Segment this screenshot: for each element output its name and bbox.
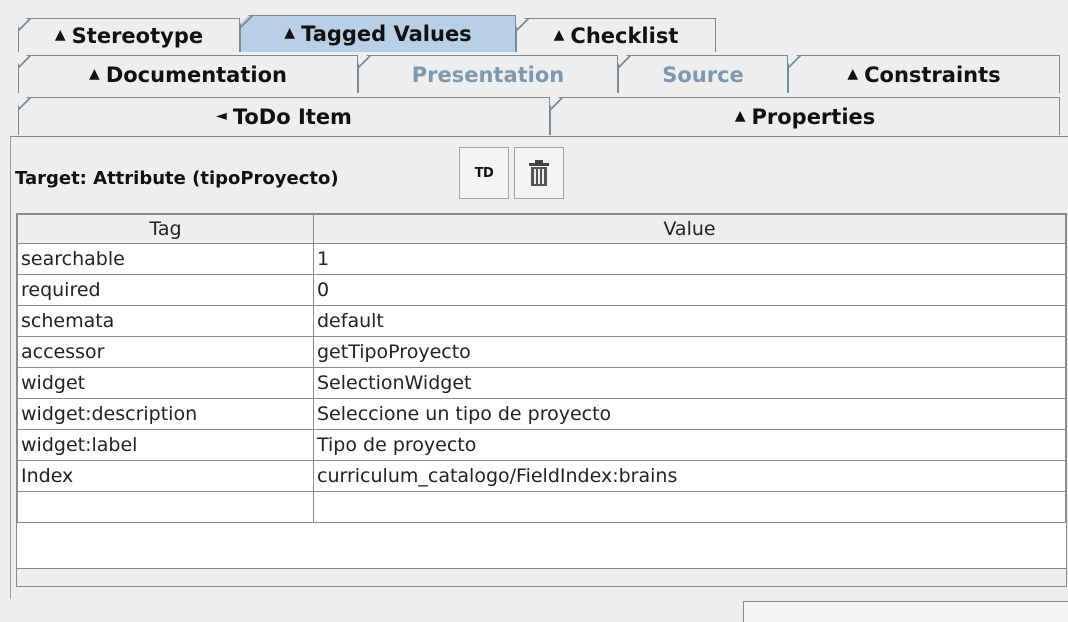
status-area <box>743 601 1068 622</box>
tag-cell[interactable]: widget:description <box>17 398 314 430</box>
value-cell[interactable]: SelectionWidget <box>313 367 1066 399</box>
tab-tagged-values[interactable]: ▲ Tagged Values <box>240 15 516 52</box>
tab-label: Properties <box>751 104 876 129</box>
trash-icon <box>529 160 549 186</box>
tab-label: Checklist <box>570 23 679 48</box>
tab-label: Constraints <box>864 62 1001 87</box>
table-row-empty <box>17 491 1066 523</box>
tag-cell[interactable]: accessor <box>17 336 314 368</box>
value-cell[interactable]: Seleccione un tipo de proyecto <box>313 398 1066 430</box>
table-row: widget:description Seleccione un tipo de … <box>17 398 1066 430</box>
tagged-values-panel: Target: Attribute (tipoProyecto) TD Tag … <box>10 136 1068 599</box>
tab-stereotype[interactable]: ▲ Stereotype <box>18 18 240 52</box>
triangle-up-icon: ▲ <box>89 65 100 82</box>
value-cell[interactable] <box>313 491 1066 523</box>
triangle-up-icon: ▲ <box>734 107 746 124</box>
new-todo-button[interactable]: TD <box>459 147 509 199</box>
table-row: required 0 <box>17 274 1066 306</box>
column-header-value[interactable]: Value <box>313 214 1066 244</box>
value-cell[interactable]: curriculum_catalogo/FieldIndex:brains <box>313 460 1066 492</box>
tab-constraints[interactable]: ▲ Constraints <box>788 55 1060 93</box>
tab-label: Source <box>662 62 744 87</box>
tab-label: ToDo Item <box>232 104 352 129</box>
table-row: searchable 1 <box>17 243 1066 275</box>
tab-presentation[interactable]: Presentation <box>358 55 618 93</box>
triangle-up-icon: ▲ <box>54 26 66 43</box>
tab-label: Tagged Values <box>301 22 472 46</box>
value-cell[interactable]: getTipoProyecto <box>313 336 1066 368</box>
tab-documentation[interactable]: ▲ Documentation <box>18 55 358 93</box>
horizontal-scrollbar[interactable] <box>17 568 1066 586</box>
column-header-tag[interactable]: Tag <box>17 214 314 244</box>
tab-label: Stereotype <box>71 23 204 48</box>
table-header-row: Tag Value <box>17 214 1066 244</box>
tag-cell[interactable]: widget <box>17 367 314 399</box>
value-cell[interactable]: default <box>313 305 1066 337</box>
tag-cell[interactable]: schemata <box>17 305 314 337</box>
table-row: schemata default <box>17 305 1066 337</box>
table-row: accessor getTipoProyecto <box>17 336 1066 368</box>
table-row: widget:label Tipo de proyecto <box>17 429 1066 461</box>
triangle-up-icon: ▲ <box>847 65 859 82</box>
tab-properties[interactable]: ▲ Properties <box>550 97 1060 135</box>
tab-todo-item[interactable]: ◄ ToDo Item <box>18 97 550 135</box>
tag-cell[interactable]: Index <box>17 460 314 492</box>
tagged-values-table: Tag Value searchable 1 required 0 schemata… <box>16 213 1067 587</box>
value-cell[interactable]: 1 <box>313 243 1066 275</box>
value-cell[interactable]: 0 <box>313 274 1066 306</box>
tag-cell[interactable] <box>17 491 314 523</box>
todo-icon: TD <box>474 165 494 181</box>
tab-checklist[interactable]: ▲ Checklist <box>516 18 716 52</box>
tag-cell[interactable]: searchable <box>17 243 314 275</box>
tab-label: Documentation <box>105 62 287 87</box>
triangle-up-icon: ▲ <box>553 26 565 43</box>
value-cell[interactable]: Tipo de proyecto <box>313 429 1066 461</box>
table-row: Index curriculum_catalogo/FieldIndex:brai… <box>17 460 1066 492</box>
tab-label: Presentation <box>411 62 565 87</box>
triangle-left-icon: ◄ <box>216 107 227 124</box>
tag-cell[interactable]: widget:label <box>17 429 314 461</box>
tag-cell[interactable]: required <box>17 274 314 306</box>
tab-source[interactable]: Source <box>618 55 788 93</box>
table-row: widget SelectionWidget <box>17 367 1066 399</box>
delete-button[interactable] <box>514 147 564 199</box>
target-label: Target: Attribute (tipoProyecto) <box>15 168 339 189</box>
triangle-up-icon: ▲ <box>284 25 296 41</box>
